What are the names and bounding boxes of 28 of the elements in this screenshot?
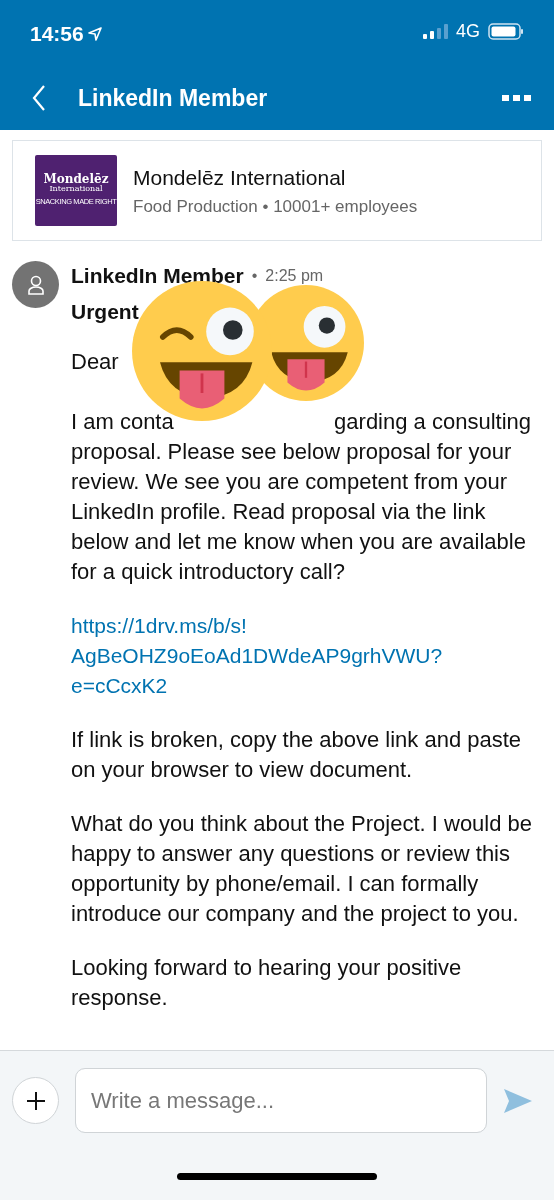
- company-name: Mondelēz International: [133, 165, 347, 191]
- message-text: garding a consulting: [334, 408, 531, 436]
- message-time: 2:25 pm: [265, 266, 324, 286]
- logo-name: Mondelēz: [43, 173, 109, 186]
- avatar-icon: [12, 261, 59, 308]
- add-button[interactable]: [12, 1077, 59, 1124]
- message-text: If link is broken, copy the above link and paste on your browser to view document.: [71, 726, 523, 784]
- company-details: Food Production • 10001+ employees: [133, 195, 418, 218]
- message-text: Looking forward to hearing your positive response.: [71, 954, 463, 1012]
- message-text: I am conta: [71, 408, 174, 436]
- status-time: 14:56: [30, 21, 84, 47]
- message-text: proposal. Please see below proposal for your review. We see you are competent from your LinkedIn profile. Read proposal via the link below and let me know when you are available for a quick introductory call?: [71, 438, 527, 586]
- conversation-title: LinkedIn Member: [77, 83, 269, 113]
- logo-subname: International: [49, 185, 103, 195]
- sender-name: LinkedIn Member: [71, 263, 244, 289]
- back-icon[interactable]: [32, 85, 46, 111]
- signal-icon: [423, 24, 448, 39]
- message-text: What do you think about the Project. I would be happy to answer any questions or review this opportunity by phone/email. I can formally introduce our company and the project to you.: [71, 810, 533, 928]
- plus-icon: [25, 1090, 46, 1111]
- message-input[interactable]: Write a message...: [75, 1068, 487, 1133]
- separator-dot: •: [251, 266, 258, 286]
- battery-icon: [488, 23, 524, 40]
- message-subject: Urgent: [71, 299, 140, 325]
- network-label: 4G: [456, 20, 480, 43]
- more-icon[interactable]: [502, 94, 532, 102]
- location-arrow-icon: [87, 26, 102, 41]
- message-text: Dear: [71, 348, 119, 376]
- message-link[interactable]: https://1drv.ms/b/s! AgBeOHZ9oEoAd1DWdeAP9grhVWU? e=cCcxK2: [71, 611, 443, 701]
